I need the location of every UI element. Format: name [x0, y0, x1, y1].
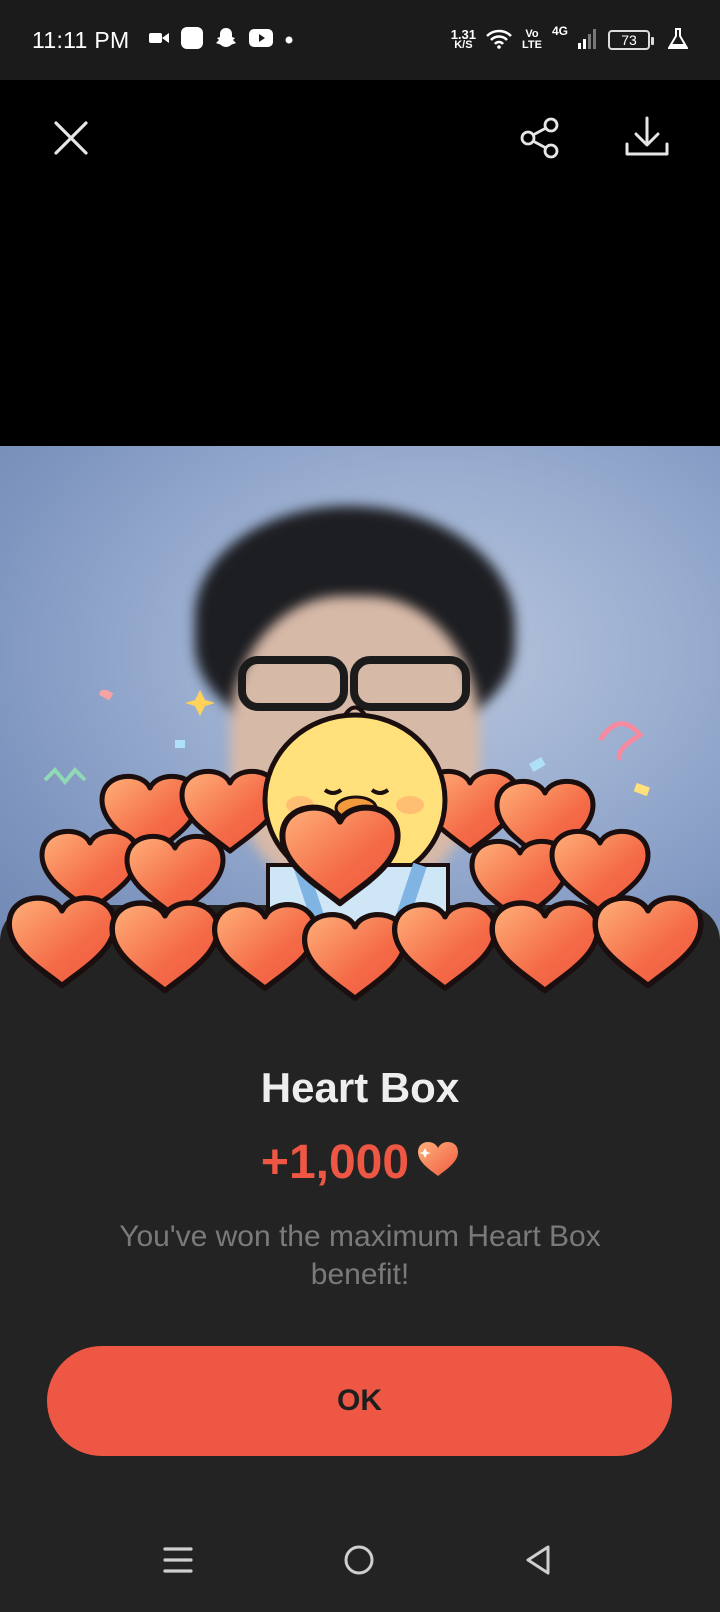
home-button[interactable]: [329, 1537, 389, 1587]
share-icon: [518, 116, 562, 165]
dot-icon: [285, 31, 293, 49]
signal-icon: [578, 28, 598, 52]
status-time: 11:11 PM: [32, 26, 130, 53]
home-circle-icon: [343, 1544, 375, 1581]
wifi-icon: [486, 29, 512, 52]
back-triangle-icon: [524, 1544, 552, 1581]
reward-amount-row: +1,000: [0, 1135, 720, 1190]
navigation-bar: [0, 1512, 720, 1612]
lab-flask-icon: [667, 27, 689, 53]
menu-icon: [163, 1546, 193, 1579]
app-icon: [181, 26, 204, 54]
status-bar: 11:11 PM 1.31 K/S Vo LTE 4G 73: [0, 0, 720, 80]
close-icon: [53, 120, 89, 161]
download-button[interactable]: [617, 110, 677, 170]
back-button[interactable]: [508, 1537, 568, 1587]
download-icon: [624, 116, 670, 165]
share-button[interactable]: [510, 110, 570, 170]
network-type: 4G: [551, 23, 568, 38]
heart-icon: [417, 1135, 459, 1190]
volte-indicator: Vo LTE: [522, 28, 542, 51]
notification-icons: [149, 26, 293, 54]
net-speed: 1.31 K/S: [450, 27, 477, 51]
recent-apps-button[interactable]: [148, 1537, 208, 1587]
heart-pile-illustration: [0, 687, 720, 1020]
dialog-title: Heart Box: [260, 1064, 460, 1111]
ok-label: OK: [337, 1384, 382, 1417]
ok-button[interactable]: OK: [47, 1346, 672, 1456]
close-button[interactable]: [41, 110, 101, 170]
status-right: 1.31 K/S Vo LTE 4G 73: [450, 24, 689, 53]
chick-mascot: [262, 705, 450, 928]
youtube-icon: [249, 28, 274, 52]
video-camera-icon: [149, 31, 170, 50]
dialog-message: You've won the maximum Heart Box benefit…: [119, 1220, 601, 1291]
battery-indicator: 73: [608, 30, 654, 50]
viewer-toolbar: [0, 80, 720, 200]
snapchat-icon: [215, 27, 237, 54]
reward-amount: +1,000: [260, 1136, 410, 1189]
